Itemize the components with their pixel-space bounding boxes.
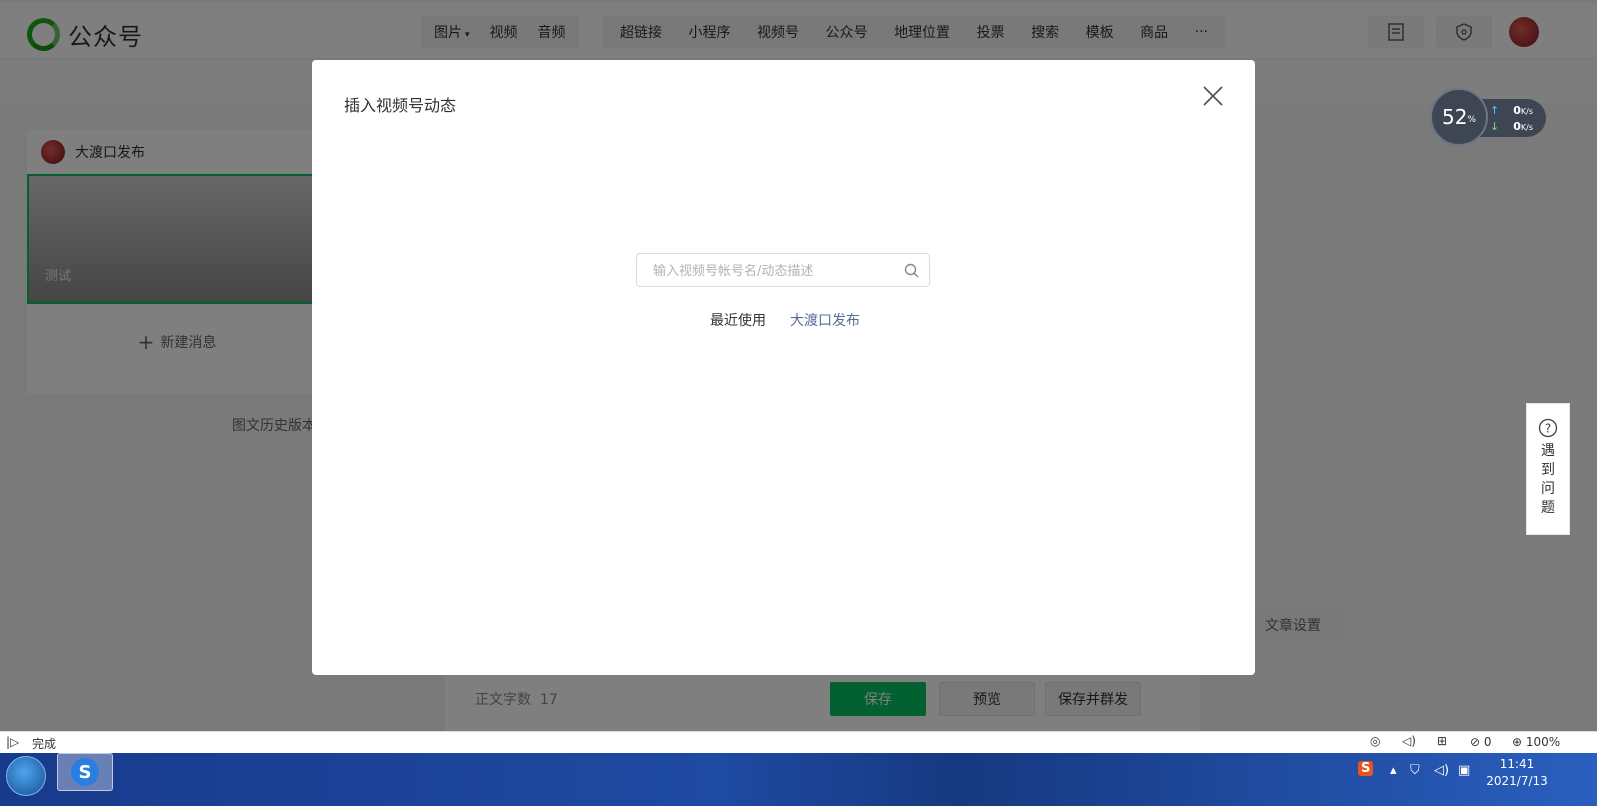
close-icon	[1203, 86, 1223, 106]
sidebar-toggle-icon[interactable]: |▷	[6, 735, 19, 749]
speed-pill: ↑ 0K/s ↓ 0K/s	[1478, 99, 1546, 137]
search-icon[interactable]	[904, 263, 919, 278]
ime-icon[interactable]: S	[1358, 761, 1374, 776]
memory-percent-ring: 52%	[1430, 88, 1488, 146]
help-text-3: 问	[1541, 481, 1555, 497]
tray-shield-icon[interactable]: ⛉	[1410, 763, 1420, 778]
question-icon: ?	[1527, 418, 1569, 442]
close-button[interactable]	[1199, 82, 1227, 110]
start-button[interactable]	[6, 756, 46, 796]
dialog-title: 插入视频号动态	[344, 96, 457, 115]
download-speed: ↓ 0K/s	[1490, 120, 1533, 133]
tray-network-icon[interactable]: ▣	[1458, 763, 1470, 778]
arrow-down-icon: ↓	[1490, 120, 1500, 133]
browser-status-bar: |▷ 完成 ◎ ◁) ⊞ ⊘ 0 ⊕ 100%	[0, 731, 1597, 754]
taskbar-browser-app[interactable]: S	[57, 753, 113, 791]
upload-speed: ↑ 0K/s	[1490, 104, 1533, 117]
zoom-level[interactable]: ⊕ 100%	[1512, 735, 1560, 749]
help-button[interactable]: ? 遇 到 问 题	[1526, 403, 1570, 535]
speaker-icon[interactable]: ◁)	[1402, 734, 1416, 748]
help-text-2: 到	[1541, 462, 1555, 478]
clock-time: 11:41	[1499, 757, 1535, 771]
check-shield-icon[interactable]: ◎	[1370, 734, 1380, 748]
arrow-up-icon: ↑	[1490, 104, 1500, 117]
system-clock[interactable]: 11:41 2021/7/13	[1486, 756, 1548, 790]
download-icon[interactable]: ⊞	[1437, 734, 1447, 748]
tray-expand-icon[interactable]: ▴	[1390, 763, 1397, 778]
recent-label: 最近使用	[710, 313, 766, 329]
clock-date: 2021/7/13	[1486, 774, 1548, 788]
adblock-count[interactable]: ⊘ 0	[1470, 735, 1492, 749]
adblock-icon: ⊘	[1470, 735, 1481, 749]
recent-account-link[interactable]: 大渡口发布	[790, 310, 860, 330]
help-text-4: 题	[1541, 500, 1555, 516]
network-speed-widget[interactable]: ↑ 0K/s ↓ 0K/s 52%	[1430, 88, 1548, 148]
status-text: 完成	[32, 737, 57, 751]
channels-search	[636, 253, 930, 288]
channels-search-input[interactable]	[651, 254, 895, 288]
windows-taskbar: S S ▴ ⛉ ◁) ▣ 11:41 2021/7/13	[0, 753, 1597, 806]
browser-app-icon: S	[71, 758, 99, 786]
help-text-1: 遇	[1541, 443, 1555, 459]
svg-text:?: ?	[1545, 422, 1551, 436]
insert-channels-dialog: 插入视频号动态 最近使用 大渡口发布	[312, 60, 1255, 675]
recent-used: 最近使用 大渡口发布	[710, 310, 860, 330]
zoom-icon: ⊕	[1512, 735, 1523, 749]
tray-volume-icon[interactable]: ◁)	[1434, 763, 1449, 778]
